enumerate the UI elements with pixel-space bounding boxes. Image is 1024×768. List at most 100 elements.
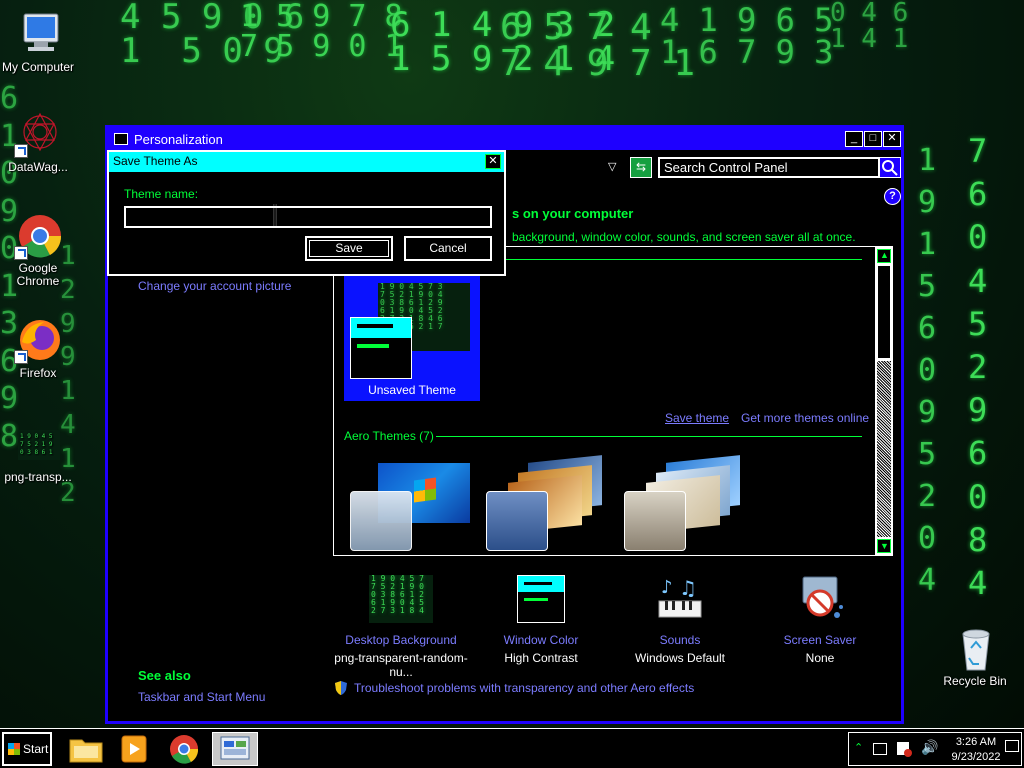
desktop-background-value: png-transparent-random-nu... <box>334 651 468 679</box>
dialog-save-button[interactable]: Save <box>305 236 393 261</box>
datawag-icon <box>14 110 62 158</box>
screen-saver-icon <box>795 575 845 623</box>
desktop-icon-chrome[interactable]: Google Chrome <box>0 212 76 288</box>
my-computer-icon <box>14 10 62 58</box>
dialog-titlebar[interactable]: Save Theme As ✕ <box>109 152 504 172</box>
scroll-up-button[interactable]: ▲ <box>877 249 891 263</box>
theme-tile-label: Unsaved Theme <box>368 383 456 397</box>
save-theme-link[interactable]: Save theme <box>665 411 729 425</box>
image-file-icon: 1 9 0 4 57 5 2 1 90 3 8 6 1 <box>14 420 62 468</box>
window-color-item[interactable]: Window Color High Contrast <box>466 575 616 665</box>
troubleshoot-row[interactable]: Troubleshoot problems with transparency … <box>333 680 694 696</box>
aero-themes-heading: Aero Themes (7) <box>344 429 434 443</box>
start-button[interactable]: Start <box>2 732 52 766</box>
show-hidden-icons-chevron-icon[interactable]: ⌃ <box>854 741 863 754</box>
desktop-icon-my-computer[interactable]: My Computer <box>0 10 76 74</box>
scroll-track[interactable] <box>877 361 891 537</box>
start-label: Start <box>23 742 49 756</box>
desktop-background-thumbnail: 1 9 0 4 5 7 7 5 2 1 9 0 0 3 8 6 1 2 6 1 … <box>369 575 433 623</box>
theme-name-label: Theme name: <box>124 187 199 201</box>
scroll-down-button[interactable]: ▼ <box>877 539 891 553</box>
desktop-icon-label: Google Chrome <box>16 261 60 288</box>
window-color-label: Window Color <box>503 633 579 647</box>
desktop-background-item[interactable]: 1 9 0 4 5 7 7 5 2 1 9 0 0 3 8 6 1 2 6 1 … <box>326 575 476 679</box>
window-color-thumbnail <box>517 575 565 623</box>
taskbar-explorer-button[interactable] <box>66 732 106 766</box>
chrome-icon <box>14 212 62 260</box>
search-input[interactable] <box>658 157 880 178</box>
theme-list-scrollbar[interactable]: ▲ ▼ <box>875 247 892 555</box>
search-button[interactable] <box>879 157 901 178</box>
system-tray: ⌃ 🔊 3:26 AM 9/23/2022 <box>848 732 1022 766</box>
svg-text:7 5 2 1 9: 7 5 2 1 9 <box>20 441 53 448</box>
window-titlebar[interactable]: Personalization <box>108 128 901 150</box>
sounds-value: Windows Default <box>634 651 726 665</box>
aero-theme-architecture[interactable] <box>484 455 608 555</box>
section-divider <box>504 259 862 260</box>
sounds-label: Sounds <box>659 633 701 647</box>
desktop-icon-label: png-transp... <box>4 470 72 484</box>
desktop-icon-datawag[interactable]: DataWag... <box>0 110 76 174</box>
section-divider <box>436 436 862 437</box>
shield-icon <box>335 681 347 695</box>
theme-name-input[interactable] <box>124 204 492 228</box>
media-player-icon <box>121 735 147 763</box>
volume-icon[interactable]: 🔊 <box>921 739 938 756</box>
screen-saver-item[interactable]: Screen Saver None <box>745 575 895 665</box>
svg-text:1 9 0 4 5: 1 9 0 4 5 <box>20 433 53 440</box>
control-panel-icon <box>220 736 250 760</box>
text-cursor-icon <box>273 204 277 228</box>
windows-logo-icon <box>414 477 436 503</box>
desktop-icon-png-file[interactable]: 1 9 0 4 57 5 2 1 90 3 8 6 1 png-transp..… <box>0 420 76 484</box>
see-also-heading: See also <box>138 668 191 683</box>
control-panel-icon <box>114 133 128 145</box>
clock[interactable]: 3:26 AM 9/23/2022 <box>946 735 1006 765</box>
minimize-button[interactable]: _ <box>845 131 863 147</box>
dialog-cancel-button[interactable]: Cancel <box>404 236 492 261</box>
dialog-close-button[interactable]: ✕ <box>485 154 501 169</box>
shortcut-arrow-icon <box>14 246 28 260</box>
dialog-title: Save Theme As <box>113 154 198 168</box>
desktop-icon-firefox[interactable]: Firefox <box>0 316 76 380</box>
get-more-themes-link[interactable]: Get more themes online <box>741 411 869 425</box>
network-icon[interactable] <box>873 743 887 755</box>
clock-date: 9/23/2022 <box>951 751 1001 763</box>
theme-tile-unsaved[interactable]: 1 9 0 4 5 7 3 7 5 2 1 9 0 4 0 3 8 6 1 2 … <box>344 275 480 401</box>
troubleshoot-link[interactable]: Troubleshoot problems with transparency … <box>354 681 694 695</box>
recycle-bin-icon <box>951 624 999 672</box>
desktop-icon-recycle-bin[interactable]: Recycle Bin <box>937 624 1013 688</box>
desktop-icon-label: DataWag... <box>8 160 68 174</box>
close-button[interactable]: ✕ <box>883 131 901 147</box>
theme-list[interactable]: 1 9 0 4 5 7 3 7 5 2 1 9 0 4 0 3 8 6 1 2 … <box>333 246 893 556</box>
change-account-picture-link[interactable]: Change your account picture <box>138 279 291 293</box>
desktop-background-label: Desktop Background <box>345 633 457 647</box>
svg-text:♫: ♫ <box>679 576 697 600</box>
taskbar-start-menu-link[interactable]: Taskbar and Start Menu <box>138 690 265 704</box>
maximize-button[interactable]: □ <box>864 131 882 147</box>
aero-theme-windows7[interactable] <box>348 463 472 555</box>
desktop-icon-label: My Computer <box>1 60 75 74</box>
aero-theme-characters[interactable] <box>622 455 746 555</box>
shortcut-arrow-icon <box>14 144 28 158</box>
clock-time: 3:26 AM <box>955 736 997 748</box>
search-icon <box>882 160 898 176</box>
desktop-icon-label: Firefox <box>19 366 57 380</box>
sounds-item[interactable]: ♪ ♫ Sounds Windows Default <box>605 575 755 665</box>
scroll-thumb[interactable] <box>877 265 891 359</box>
address-dropdown-chevron-icon[interactable]: ▽ <box>608 160 620 173</box>
action-center-flag-icon[interactable] <box>897 742 912 757</box>
taskbar-media-player-button[interactable] <box>114 732 154 766</box>
refresh-button[interactable]: ⇆ <box>630 157 652 178</box>
save-theme-dialog: Save Theme As ✕ Theme name: Save Cancel <box>107 150 506 276</box>
screen-saver-label: Screen Saver <box>783 633 857 647</box>
show-desktop-button[interactable] <box>1005 740 1019 752</box>
chrome-icon <box>170 735 199 764</box>
taskbar-control-panel-button[interactable] <box>212 732 258 766</box>
page-heading: s on your computer <box>512 206 634 221</box>
help-button[interactable]: ? <box>884 188 901 205</box>
taskbar: Start ⌃ 🔊 3:26 AM 9/23/2022 <box>0 728 1024 768</box>
svg-text:♪: ♪ <box>661 577 673 598</box>
taskbar-chrome-button[interactable] <box>164 732 204 766</box>
desktop-icon-label: Recycle Bin <box>943 674 1007 688</box>
window-title: Personalization <box>134 131 223 147</box>
